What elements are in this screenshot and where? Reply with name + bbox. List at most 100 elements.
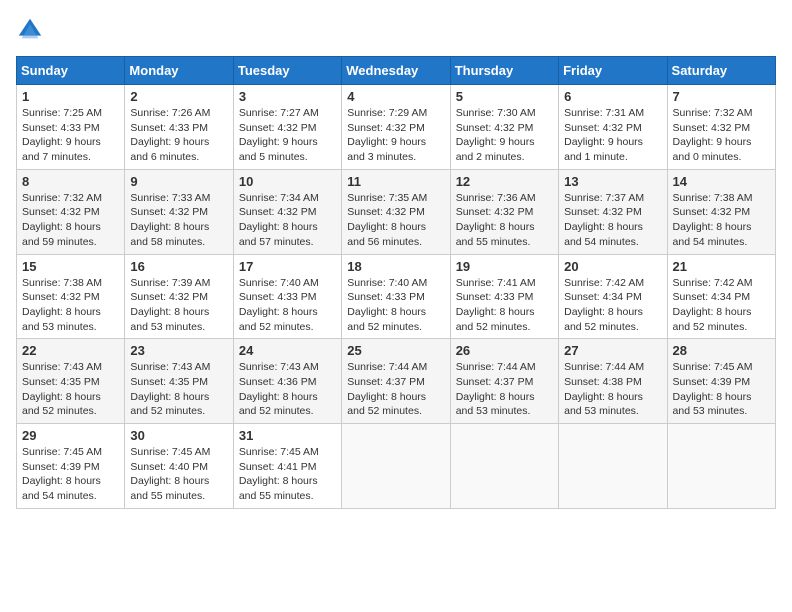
- calendar-cell: 12 Sunrise: 7:36 AMSunset: 4:32 PMDayligh…: [450, 169, 558, 254]
- day-info: Daylight: 8 hours and 52 minutes.: [673, 305, 770, 334]
- day-info: Daylight: 8 hours and 53 minutes.: [456, 390, 553, 419]
- day-info: Sunrise: 7:32 AM: [22, 191, 119, 206]
- day-number: 2: [130, 89, 227, 104]
- day-number: 12: [456, 174, 553, 189]
- logo: [16, 16, 48, 44]
- calendar-cell: 3 Sunrise: 7:27 AMSunset: 4:32 PMDaylight…: [233, 85, 341, 170]
- day-info: Sunset: 4:32 PM: [347, 121, 444, 136]
- calendar-cell: 21Sunrise: 7:42 AMSunset: 4:34 PMDayligh…: [667, 254, 775, 339]
- calendar-cell: 27Sunrise: 7:44 AMSunset: 4:38 PMDayligh…: [559, 339, 667, 424]
- day-info: Sunset: 4:32 PM: [456, 121, 553, 136]
- day-info: Daylight: 8 hours and 57 minutes.: [239, 220, 336, 249]
- day-number: 23: [130, 343, 227, 358]
- day-number: 28: [673, 343, 770, 358]
- day-info: Sunset: 4:35 PM: [22, 375, 119, 390]
- calendar-table: SundayMondayTuesdayWednesdayThursdayFrid…: [16, 56, 776, 509]
- calendar-cell: 29Sunrise: 7:45 AMSunset: 4:39 PMDayligh…: [17, 424, 125, 509]
- day-info: Daylight: 9 hours and 2 minutes.: [456, 135, 553, 164]
- day-info: Daylight: 9 hours and 5 minutes.: [239, 135, 336, 164]
- calendar-cell: 13Sunrise: 7:37 AMSunset: 4:32 PMDayligh…: [559, 169, 667, 254]
- day-number: 13: [564, 174, 661, 189]
- day-info: Daylight: 8 hours and 54 minutes.: [22, 474, 119, 503]
- day-info: Sunrise: 7:27 AM: [239, 106, 336, 121]
- day-info: Sunrise: 7:43 AM: [22, 360, 119, 375]
- day-info: Daylight: 8 hours and 52 minutes.: [456, 305, 553, 334]
- day-info: Sunrise: 7:33 AM: [130, 191, 227, 206]
- day-info: Sunset: 4:32 PM: [564, 121, 661, 136]
- day-info: Sunrise: 7:38 AM: [673, 191, 770, 206]
- page-header: [16, 16, 776, 44]
- calendar-cell: 7Sunrise: 7:32 AMSunset: 4:32 PMDaylight…: [667, 85, 775, 170]
- calendar-cell: [667, 424, 775, 509]
- day-info: Sunrise: 7:43 AM: [130, 360, 227, 375]
- day-number: 3: [239, 89, 336, 104]
- day-header-friday: Friday: [559, 57, 667, 85]
- day-header-monday: Monday: [125, 57, 233, 85]
- day-number: 22: [22, 343, 119, 358]
- day-info: Sunset: 4:33 PM: [239, 290, 336, 305]
- day-info: Sunrise: 7:43 AM: [239, 360, 336, 375]
- day-info: Daylight: 8 hours and 56 minutes.: [347, 220, 444, 249]
- calendar-cell: 22 Sunrise: 7:43 AMSunset: 4:35 PMDayligh…: [17, 339, 125, 424]
- calendar-cell: 16Sunrise: 7:39 AMSunset: 4:32 PMDayligh…: [125, 254, 233, 339]
- calendar-cell: 23Sunrise: 7:43 AMSunset: 4:35 PMDayligh…: [125, 339, 233, 424]
- day-info: Daylight: 8 hours and 52 minutes.: [239, 390, 336, 419]
- calendar-cell: [559, 424, 667, 509]
- day-info: Sunrise: 7:36 AM: [456, 191, 553, 206]
- day-info: Sunset: 4:32 PM: [22, 205, 119, 220]
- day-info: Sunset: 4:32 PM: [673, 121, 770, 136]
- day-info: Daylight: 8 hours and 52 minutes.: [239, 305, 336, 334]
- day-info: Daylight: 9 hours and 7 minutes.: [22, 135, 119, 164]
- calendar-cell: [342, 424, 450, 509]
- day-info: Sunrise: 7:45 AM: [239, 445, 336, 460]
- day-info: Sunrise: 7:45 AM: [130, 445, 227, 460]
- day-info: Sunset: 4:32 PM: [564, 205, 661, 220]
- day-info: Sunset: 4:33 PM: [456, 290, 553, 305]
- day-info: Sunrise: 7:38 AM: [22, 276, 119, 291]
- calendar-cell: 11Sunrise: 7:35 AMSunset: 4:32 PMDayligh…: [342, 169, 450, 254]
- day-info: Sunrise: 7:29 AM: [347, 106, 444, 121]
- day-info: Sunrise: 7:26 AM: [130, 106, 227, 121]
- day-number: 19: [456, 259, 553, 274]
- calendar-cell: 25Sunrise: 7:44 AMSunset: 4:37 PMDayligh…: [342, 339, 450, 424]
- day-info: Daylight: 8 hours and 52 minutes.: [22, 390, 119, 419]
- day-number: 24: [239, 343, 336, 358]
- day-info: Sunset: 4:32 PM: [239, 205, 336, 220]
- day-info: Sunrise: 7:30 AM: [456, 106, 553, 121]
- day-info: Sunset: 4:35 PM: [130, 375, 227, 390]
- day-info: Sunset: 4:32 PM: [673, 205, 770, 220]
- calendar-cell: 14Sunrise: 7:38 AMSunset: 4:32 PMDayligh…: [667, 169, 775, 254]
- day-header-thursday: Thursday: [450, 57, 558, 85]
- day-info: Sunset: 4:32 PM: [347, 205, 444, 220]
- day-info: Sunset: 4:39 PM: [22, 460, 119, 475]
- day-info: Sunset: 4:32 PM: [456, 205, 553, 220]
- calendar-cell: 10Sunrise: 7:34 AMSunset: 4:32 PMDayligh…: [233, 169, 341, 254]
- calendar-cell: 8 Sunrise: 7:32 AMSunset: 4:32 PMDaylight…: [17, 169, 125, 254]
- day-info: Daylight: 9 hours and 3 minutes.: [347, 135, 444, 164]
- calendar-week-1: 1Sunrise: 7:25 AMSunset: 4:33 PMDaylight…: [17, 85, 776, 170]
- day-number: 8: [22, 174, 119, 189]
- day-info: Daylight: 8 hours and 55 minutes.: [456, 220, 553, 249]
- day-header-wednesday: Wednesday: [342, 57, 450, 85]
- day-info: Sunset: 4:34 PM: [673, 290, 770, 305]
- calendar-cell: 17Sunrise: 7:40 AMSunset: 4:33 PMDayligh…: [233, 254, 341, 339]
- calendar-cell: [450, 424, 558, 509]
- day-info: Daylight: 8 hours and 53 minutes.: [130, 305, 227, 334]
- day-info: Sunrise: 7:35 AM: [347, 191, 444, 206]
- day-info: Sunrise: 7:42 AM: [673, 276, 770, 291]
- day-info: Sunrise: 7:41 AM: [456, 276, 553, 291]
- day-info: Daylight: 8 hours and 59 minutes.: [22, 220, 119, 249]
- day-number: 9: [130, 174, 227, 189]
- day-info: Sunrise: 7:34 AM: [239, 191, 336, 206]
- day-number: 4: [347, 89, 444, 104]
- day-info: Daylight: 8 hours and 53 minutes.: [673, 390, 770, 419]
- day-number: 15: [22, 259, 119, 274]
- day-info: Sunset: 4:36 PM: [239, 375, 336, 390]
- day-info: Sunset: 4:40 PM: [130, 460, 227, 475]
- calendar-week-2: 8Sunrise: 7:32 AMSunset: 4:32 PMDaylight…: [17, 169, 776, 254]
- day-info: Sunset: 4:32 PM: [239, 121, 336, 136]
- day-number: 14: [673, 174, 770, 189]
- day-info: Sunset: 4:33 PM: [130, 121, 227, 136]
- day-number: 16: [130, 259, 227, 274]
- day-info: Sunrise: 7:31 AM: [564, 106, 661, 121]
